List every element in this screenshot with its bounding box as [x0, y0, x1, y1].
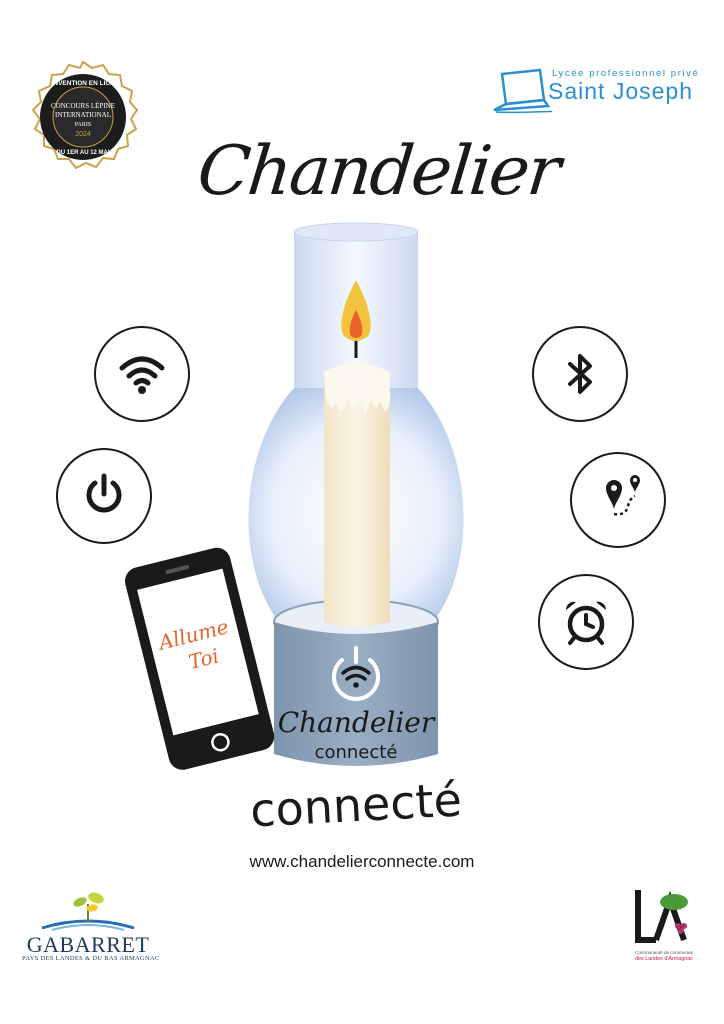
base-label-line1: Chandelier	[278, 706, 436, 739]
badge-year: 2024	[75, 131, 91, 138]
bluetooth-button	[532, 326, 628, 422]
gabarret-tagline: PAYS DES LANDES & DU BAS ARMAGNAC	[22, 955, 160, 962]
website-link[interactable]: www.chandelierconnecte.com	[200, 850, 524, 874]
wifi-button	[94, 326, 190, 422]
gabarret-logo: GABARRET PAYS DES LANDES & DU BAS ARMAGN…	[22, 888, 160, 968]
saint-joseph-logo: Lycée professionnel privé Saint Joseph	[490, 62, 698, 124]
alarm-clock-icon	[565, 601, 607, 645]
power-icon	[86, 473, 122, 513]
badge-top-text: INVENTION EN LICE	[52, 80, 116, 87]
route-icon	[606, 475, 640, 516]
la-line1: Communauté de communes	[635, 950, 693, 955]
wifi-icon	[119, 356, 165, 394]
la-monogram-icon	[635, 890, 688, 943]
page-title: Chandelier	[193, 132, 563, 211]
school-name: Saint Joseph	[548, 78, 693, 104]
concours-lepine-badge: INVENTION EN LICE CONCOURS LÉPINE INTERN…	[26, 60, 140, 174]
landes-armagnac-logo: Communauté de communes des Landes d'Arma…	[626, 886, 702, 970]
laptop-icon	[493, 68, 552, 114]
badge-line3: PARIS	[75, 122, 91, 128]
base-label-line2: connecté	[315, 742, 398, 763]
la-line2: des Landes d'Armagnac	[635, 956, 693, 962]
badge-bottom-text: DU 1ER AU 12 MAI	[56, 150, 109, 156]
badge-line2: INTERNATIONAL	[55, 111, 111, 119]
subtitle-connecte: connecté	[248, 772, 464, 838]
route-button	[570, 452, 666, 548]
power-button	[56, 448, 152, 544]
smartphone: Allume Toi	[118, 540, 288, 780]
bluetooth-icon	[568, 354, 592, 394]
sprout-icon	[41, 892, 135, 931]
badge-line1: CONCOURS LÉPINE	[51, 102, 115, 110]
alarm-button	[538, 574, 634, 670]
